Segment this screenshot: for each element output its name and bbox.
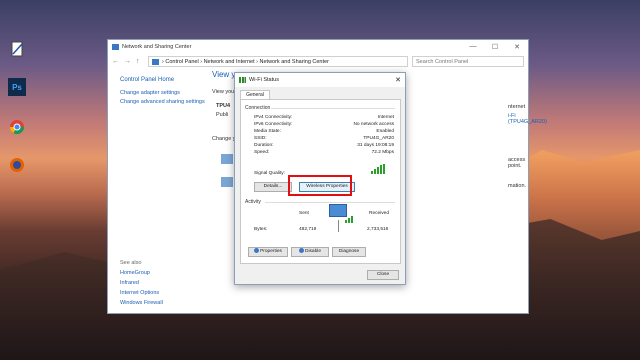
- duration-label: Duration:: [254, 143, 274, 148]
- details-button[interactable]: Details...: [254, 182, 292, 192]
- highlight-box: [288, 175, 352, 196]
- setup-text: access point.: [508, 157, 526, 169]
- internet-options-link[interactable]: Internet Options: [120, 288, 163, 298]
- bytes-sent-value: 482,719: [299, 227, 317, 232]
- ipv6-label: IPv6 Connectivity:: [254, 122, 293, 127]
- minimize-button[interactable]: —: [462, 43, 484, 51]
- dialog-close-x-button[interactable]: ✕: [391, 76, 405, 84]
- duration-value: 31 days 19:08:19: [357, 143, 394, 148]
- disable-button[interactable]: Disable: [291, 247, 329, 257]
- activity-header: Activity: [245, 199, 261, 205]
- see-also: See also HomeGroup Infrared Internet Opt…: [120, 258, 163, 308]
- address-path: › Control Panel › Network and Internet ›…: [162, 58, 329, 65]
- infrared-link[interactable]: Infrared: [120, 278, 163, 288]
- homegroup-link[interactable]: HomeGroup: [120, 268, 163, 278]
- ipv6-value: No network access: [353, 122, 394, 127]
- properties-button[interactable]: Properties: [248, 247, 288, 257]
- change-adapter-settings-link[interactable]: Change adapter settings: [120, 90, 210, 97]
- media-state-value: Enabled: [376, 129, 394, 134]
- see-also-header: See also: [120, 260, 142, 266]
- troubleshoot-icon: [221, 177, 233, 187]
- search-input[interactable]: Search Control Panel: [412, 56, 524, 67]
- close-button[interactable]: Close: [367, 270, 399, 280]
- back-arrow-icon[interactable]: ←: [112, 58, 120, 65]
- connection-details: IPv4 Connectivity: Internet IPv6 Connecti…: [254, 114, 394, 156]
- close-window-button[interactable]: ✕: [506, 43, 528, 51]
- speed-label: Speed:: [254, 150, 270, 155]
- forward-arrow-icon[interactable]: →: [124, 58, 132, 65]
- window-title: Network and Sharing Center: [122, 44, 192, 50]
- view-subtitle: View you: [212, 89, 235, 95]
- firefox-icon[interactable]: [8, 156, 26, 174]
- control-panel-icon: [152, 58, 159, 65]
- activity-signal-icon: [345, 216, 353, 223]
- chrome-icon[interactable]: [8, 118, 26, 136]
- ssid-label: SSID:: [254, 136, 267, 141]
- speed-value: 72.2 Mbps: [371, 150, 394, 155]
- activity-separator: [338, 220, 339, 232]
- network-name: TPU4: [216, 103, 231, 109]
- diagnose-button[interactable]: Diagnose: [332, 247, 366, 257]
- setup-connection-icon: [221, 154, 233, 164]
- received-label: Received: [369, 211, 389, 216]
- address-bar[interactable]: › Control Panel › Network and Internet ›…: [148, 56, 408, 67]
- access-type-text: nternet: [508, 104, 526, 110]
- left-pane: Control Panel Home Change adapter settin…: [120, 77, 210, 108]
- network-type: Publi: [216, 112, 229, 118]
- windows-firewall-link[interactable]: Windows Firewall: [120, 298, 163, 308]
- window-titlebar[interactable]: Network and Sharing Center — ☐ ✕: [108, 40, 528, 54]
- photoshop-icon[interactable]: Ps: [8, 78, 26, 96]
- sent-label: Sent: [299, 211, 309, 216]
- maximize-button[interactable]: ☐: [484, 43, 506, 51]
- connection-divider: [271, 108, 395, 109]
- ssid-value: TPU4G_AR20: [363, 136, 394, 141]
- signal-bars-icon: [371, 164, 385, 174]
- wifi-icon: [239, 77, 246, 83]
- shield-icon: [299, 248, 304, 253]
- disable-label: Disable: [305, 249, 321, 254]
- bytes-received-value: 2,733,516: [367, 227, 389, 232]
- network-icon: [112, 44, 119, 50]
- connection-header: Connection: [245, 105, 271, 111]
- bytes-label: Bytes:: [254, 227, 268, 232]
- ipv4-value: Internet: [377, 115, 394, 120]
- up-arrow-icon[interactable]: ↑: [136, 58, 144, 65]
- change-settings-label: Change y: [212, 136, 236, 142]
- dialog-titlebar[interactable]: Wi-Fi Status ✕: [235, 73, 405, 87]
- notepad-icon[interactable]: [8, 40, 26, 58]
- shield-icon: [254, 248, 260, 253]
- properties-label: Properties: [260, 249, 282, 254]
- troubleshoot-text: mation.: [508, 183, 527, 189]
- control-panel-home-link[interactable]: Control Panel Home: [120, 77, 210, 84]
- change-advanced-sharing-link[interactable]: Change advanced sharing settings: [120, 99, 210, 106]
- wifi-connection-link[interactable]: i-Fi (TPU4G_AR20): [508, 113, 547, 125]
- media-state-label: Media State:: [254, 129, 281, 134]
- activity-divider: [265, 202, 395, 203]
- ipv4-label: IPv4 Connectivity:: [254, 115, 293, 120]
- dialog-title: Wi-Fi Status: [249, 77, 279, 83]
